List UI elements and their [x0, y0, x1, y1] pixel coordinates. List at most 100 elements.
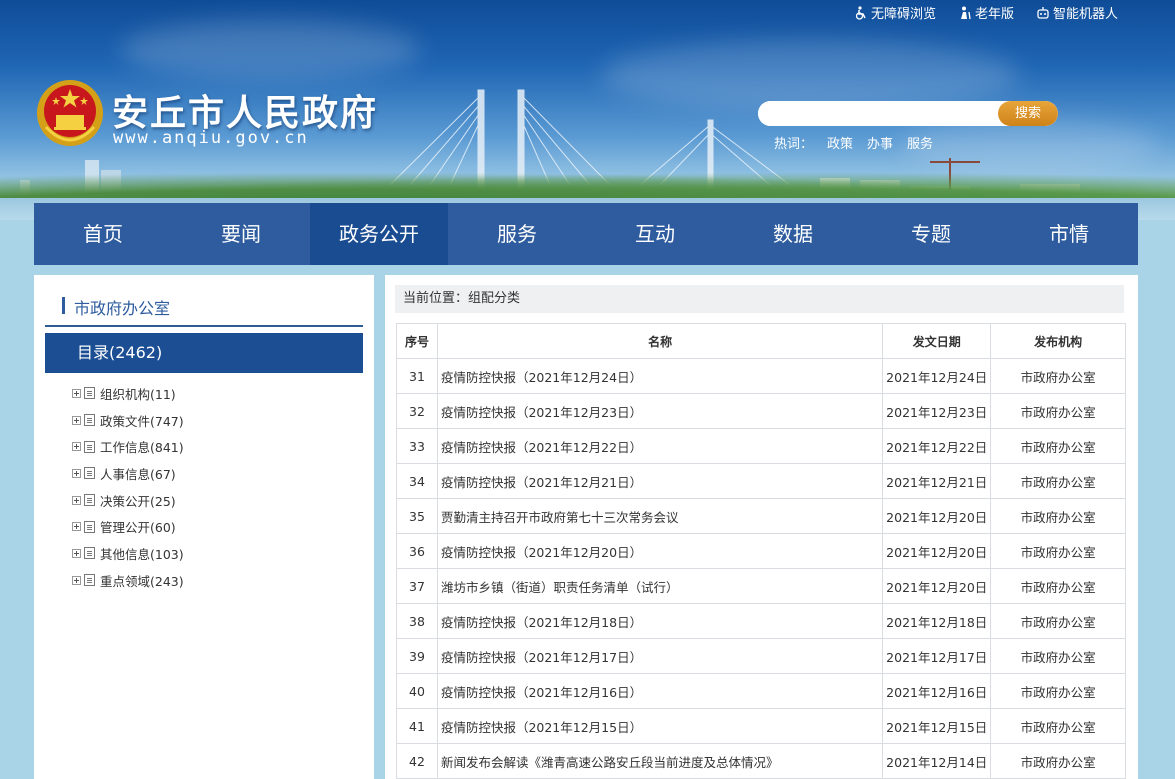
- smart-robot-link[interactable]: 智能机器人: [1036, 3, 1118, 22]
- cell-date: 2021年12月20日: [882, 568, 992, 604]
- cell-org: 市政府办公室: [990, 638, 1126, 674]
- cell-title-link[interactable]: 疫情防控快报（2021年12月22日）: [436, 428, 884, 464]
- cell-date: 2021年12月21日: [882, 463, 992, 499]
- search-input[interactable]: [758, 101, 998, 126]
- cell-title-link[interactable]: 疫情防控快报（2021年12月17日）: [436, 638, 884, 674]
- robot-icon: [1037, 6, 1049, 19]
- cell-no: 35: [396, 498, 438, 534]
- cell-title-link[interactable]: 疫情防控快报（2021年12月20日）: [436, 533, 884, 569]
- expand-plus-icon[interactable]: [72, 415, 81, 425]
- column-header-no: 序号: [396, 323, 438, 359]
- nav-city-info[interactable]: 市情: [1000, 203, 1138, 265]
- catalog-header[interactable]: 目录(2462): [45, 333, 363, 373]
- tree-node-key-areas[interactable]: 重点领域(243): [72, 567, 184, 594]
- cell-no: 31: [396, 358, 438, 394]
- tree-node-decision[interactable]: 决策公开(25): [72, 487, 184, 514]
- search-box: 搜索: [758, 101, 1058, 126]
- table-row: 39 疫情防控快报（2021年12月17日） 2021年12月17日 市政府办公室: [396, 638, 1126, 674]
- cell-date: 2021年12月24日: [882, 358, 992, 394]
- hot-words-label: 热词：: [774, 137, 814, 152]
- tree-node-work-info[interactable]: 工作信息(841): [72, 433, 184, 460]
- document-icon: [84, 547, 95, 560]
- cell-title-link[interactable]: 潍坊市乡镇（街道）职责任务清单（试行）: [436, 568, 884, 604]
- cell-date: 2021年12月20日: [882, 498, 992, 534]
- hot-word-affairs[interactable]: 办事: [867, 133, 893, 152]
- table-row: 36 疫情防控快报（2021年12月20日） 2021年12月20日 市政府办公室: [396, 533, 1126, 569]
- cell-org: 市政府办公室: [990, 568, 1126, 604]
- cell-no: 34: [396, 463, 438, 499]
- expand-plus-icon[interactable]: [72, 575, 81, 585]
- sidebar-header: 市政府办公室: [45, 293, 363, 327]
- top-utility-links: 无障碍浏览 老年版 智能机器人: [854, 3, 1118, 22]
- cell-title-link[interactable]: 疫情防控快报（2021年12月24日）: [436, 358, 884, 394]
- national-emblem-icon: [37, 80, 103, 146]
- expand-plus-icon[interactable]: [72, 495, 81, 505]
- site-url: www.anqiu.gov.cn: [113, 128, 309, 148]
- document-icon: [84, 467, 95, 480]
- cell-date: 2021年12月18日: [882, 603, 992, 639]
- cell-no: 38: [396, 603, 438, 639]
- cell-org: 市政府办公室: [990, 743, 1126, 779]
- nav-services[interactable]: 服务: [448, 203, 586, 265]
- cell-date: 2021年12月17日: [882, 638, 992, 674]
- document-icon: [84, 387, 95, 400]
- table-row: 35 贾勤清主持召开市政府第七十三次常务会议 2021年12月20日 市政府办公室: [396, 498, 1126, 534]
- cell-org: 市政府办公室: [990, 428, 1126, 464]
- tree-node-label: 重点领域(243): [100, 573, 184, 589]
- hot-word-policy[interactable]: 政策: [827, 133, 853, 152]
- cell-title-link[interactable]: 疫情防控快报（2021年12月23日）: [436, 393, 884, 429]
- tree-node-label: 政策文件(747): [100, 413, 184, 429]
- accessible-browse-label: 无障碍浏览: [870, 7, 936, 22]
- sidebar-header-accent: [62, 297, 65, 314]
- tree-node-label: 管理公开(60): [100, 520, 176, 536]
- cell-org: 市政府办公室: [990, 708, 1126, 744]
- nav-home[interactable]: 首页: [34, 203, 172, 265]
- hot-word-service[interactable]: 服务: [907, 133, 933, 152]
- cell-title-link[interactable]: 疫情防控快报（2021年12月21日）: [436, 463, 884, 499]
- tree-node-other[interactable]: 其他信息(103): [72, 540, 184, 567]
- cell-no: 39: [396, 638, 438, 674]
- document-table: 序号 名称 发文日期 发布机构 31 疫情防控快报（2021年12月24日） 202…: [396, 323, 1126, 779]
- search-button[interactable]: 搜索: [998, 101, 1058, 126]
- cell-org: 市政府办公室: [990, 393, 1126, 429]
- cell-date: 2021年12月22日: [882, 428, 992, 464]
- elderly-icon: [960, 6, 971, 19]
- cell-title-link[interactable]: 贾勤清主持召开市政府第七十三次常务会议: [436, 498, 884, 534]
- expand-plus-icon[interactable]: [72, 522, 81, 532]
- table-row: 31 疫情防控快报（2021年12月24日） 2021年12月24日 市政府办公室: [396, 358, 1126, 394]
- tree-node-organization[interactable]: 组织机构(11): [72, 380, 184, 407]
- tree-node-label: 组织机构(11): [100, 386, 176, 402]
- cell-title-link[interactable]: 疫情防控快报（2021年12月15日）: [436, 708, 884, 744]
- elderly-version-link[interactable]: 老年版: [958, 3, 1014, 22]
- cell-no: 40: [396, 673, 438, 709]
- smart-robot-label: 智能机器人: [1052, 7, 1118, 22]
- hot-words: 热词： 政策 办事 服务: [774, 133, 933, 152]
- column-header-org: 发布机构: [990, 323, 1126, 359]
- nav-government-affairs[interactable]: 政务公开: [310, 203, 448, 265]
- tree-node-personnel[interactable]: 人事信息(67): [72, 460, 184, 487]
- expand-plus-icon[interactable]: [72, 548, 81, 558]
- tree-node-policy-docs[interactable]: 政策文件(747): [72, 407, 184, 434]
- tree-node-label: 其他信息(103): [100, 546, 184, 562]
- nav-news[interactable]: 要闻: [172, 203, 310, 265]
- table-row: 34 疫情防控快报（2021年12月21日） 2021年12月21日 市政府办公室: [396, 463, 1126, 499]
- column-header-date: 发文日期: [882, 323, 992, 359]
- nav-data[interactable]: 数据: [724, 203, 862, 265]
- cell-title-link[interactable]: 疫情防控快报（2021年12月18日）: [436, 603, 884, 639]
- document-icon: [84, 440, 95, 453]
- tree-node-label: 人事信息(67): [100, 466, 176, 482]
- nav-topics[interactable]: 专题: [862, 203, 1000, 265]
- breadcrumb: 当前位置：组配分类: [395, 285, 1124, 313]
- cell-title-link[interactable]: 新闻发布会解读《潍青高速公路安丘段当前进度及总体情况》: [436, 743, 884, 779]
- main-nav: 首页 要闻 政务公开 服务 互动 数据 专题 市情: [34, 203, 1138, 265]
- tree-node-management[interactable]: 管理公开(60): [72, 513, 184, 540]
- tree-node-label: 决策公开(25): [100, 493, 176, 509]
- expand-plus-icon[interactable]: [72, 468, 81, 478]
- table-row: 38 疫情防控快报（2021年12月18日） 2021年12月18日 市政府办公室: [396, 603, 1126, 639]
- expand-plus-icon[interactable]: [72, 388, 81, 398]
- accessible-browse-link[interactable]: 无障碍浏览: [854, 3, 936, 22]
- nav-interaction[interactable]: 互动: [586, 203, 724, 265]
- table-row: 42 新闻发布会解读《潍青高速公路安丘段当前进度及总体情况》 2021年12月14日…: [396, 743, 1126, 779]
- expand-plus-icon[interactable]: [72, 442, 81, 452]
- cell-title-link[interactable]: 疫情防控快报（2021年12月16日）: [436, 673, 884, 709]
